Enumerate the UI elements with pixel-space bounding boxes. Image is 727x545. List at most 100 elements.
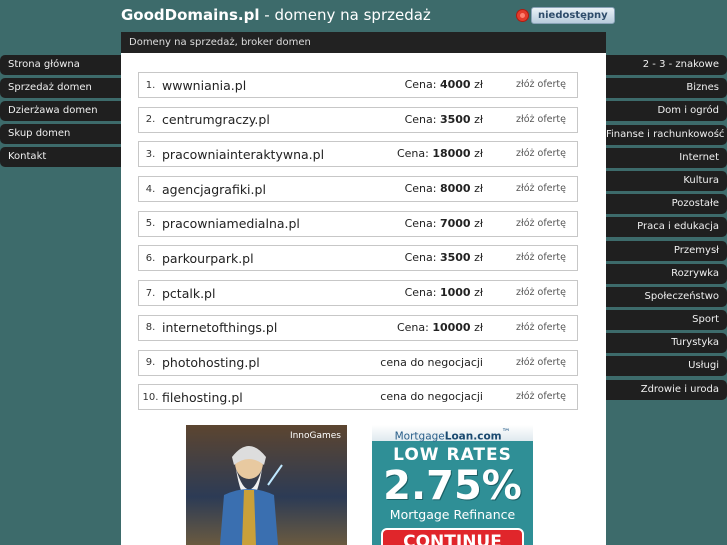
row-number: 2. [145,114,156,126]
domain-row: 2. centrumgraczy.pl Cena: 3500 zł złóż o… [138,106,578,133]
category-nav: 2 - 3 - znakowe Biznes Dom i ogród Finan… [606,55,727,403]
site-name[interactable]: GoodDomains.pl [121,6,260,24]
category-tourism[interactable]: Turystyka [606,333,727,354]
domain-name[interactable]: filehosting.pl [162,390,243,405]
nav-item-domain-buy[interactable]: Skup domen [0,124,121,144]
ad-subtitle: Mortgage Refinance [389,507,516,522]
domain-row: 5. pracowniamedialna.pl Cena: 7000 zł zł… [138,210,578,237]
row-number: 6. [145,252,156,264]
price-currency: zł [474,216,483,230]
domain-row: 7. pctalk.pl Cena: 1000 zł złóż ofertę [138,280,578,307]
category-2-3-chars[interactable]: 2 - 3 - znakowe [606,55,727,75]
make-offer-link[interactable]: złóż ofertę [516,142,566,166]
domain-name[interactable]: photohosting.pl [162,355,260,370]
main-content: 1. wwwniania.pl Cena: 4000 zł złóż ofert… [121,53,606,545]
category-industry[interactable]: Przemysł [606,240,727,261]
domain-price: Cena: 3500 zł [405,246,483,270]
domain-price: Cena: 3500 zł [405,108,483,132]
make-offer-link[interactable]: złóż ofertę [516,281,566,305]
ad-trademark: ™ [501,428,511,438]
price-currency: zł [474,182,483,196]
domain-price: Cena: 1000 zł [405,281,483,305]
domain-name[interactable]: parkourpark.pl [162,251,254,266]
price-value: 18000 [432,147,471,161]
row-number: 5. [145,218,156,230]
ad-brand-label: MortgageLoan.com™ [372,425,533,443]
domain-row: 9. photohosting.pl cena do negocjacji zł… [138,349,578,376]
price-label: Cena: [404,78,437,91]
page-header: GoodDomains.pl - domeny na sprzedaż nied… [121,0,615,32]
make-offer-link[interactable]: złóż ofertę [516,73,566,97]
domain-name[interactable]: pracowniainteraktywna.pl [162,147,324,162]
nav-item-home[interactable]: Strona główna [0,55,121,75]
nav-item-domain-sale[interactable]: Sprzedaż domen [0,78,121,98]
category-business[interactable]: Biznes [606,78,727,99]
site-title[interactable]: GoodDomains.pl - domeny na sprzedaż [121,6,431,24]
price-label: Cena: [404,251,437,265]
continue-button[interactable]: CONTINUE [381,528,524,545]
category-health-beauty[interactable]: Zdrowie i uroda [606,379,727,400]
domain-price: Cena: 4000 zł [405,73,483,97]
domain-name[interactable]: centrumgraczy.pl [162,112,270,127]
price-label: cena do negocjacji [380,355,483,369]
category-work-education[interactable]: Praca i edukacja [606,217,727,238]
status-indicator: niedostępny [517,7,615,24]
domain-price: Cena: 8000 zł [405,177,483,201]
domain-row: 8. internetofthings.pl Cena: 10000 zł zł… [138,314,578,341]
ad-brand-label: InnoGames [289,431,341,441]
domain-price: Cena: 10000 zł [397,316,483,340]
row-number: 10. [142,391,159,403]
domain-name[interactable]: agencjagrafiki.pl [162,182,266,197]
price-value: 8000 [439,182,471,196]
mortgage-ad-banner[interactable]: MortgageLoan.com™ LOW RATES 2.75% Mortga… [372,425,533,545]
row-number: 8. [145,322,156,334]
game-ad-banner[interactable]: InnoGames [186,425,347,545]
domain-price: cena do negocjacji [380,351,483,375]
site-tagline: - domeny na sprzedaż [259,6,431,24]
price-currency: zł [474,147,483,161]
category-finance[interactable]: Finanse i rachunkowość [606,124,727,145]
row-number: 3. [145,148,156,160]
make-offer-link[interactable]: złóż ofertę [516,316,566,340]
breadcrumb-bar: Domeny na sprzedaż, broker domen [121,32,606,53]
domain-name[interactable]: pracowniamedialna.pl [162,216,300,231]
nav-item-contact[interactable]: Kontakt [0,147,121,167]
domain-name[interactable]: pctalk.pl [162,286,215,301]
make-offer-link[interactable]: złóż ofertę [516,177,566,201]
price-value: 10000 [432,320,471,334]
category-services[interactable]: Usługi [606,356,727,377]
domain-row: 4. agencjagrafiki.pl Cena: 8000 zł złóż … [138,176,578,203]
category-home-garden[interactable]: Dom i ogród [606,101,727,122]
price-currency: zł [474,320,483,334]
domain-price: cena do negocjacji [380,385,483,409]
make-offer-link[interactable]: złóż ofertę [516,212,566,236]
domain-name[interactable]: internetofthings.pl [162,320,277,335]
status-badge: niedostępny [531,7,615,24]
category-other[interactable]: Pozostałe [606,194,727,215]
price-value: 4000 [439,78,471,91]
wizard-figure-icon [220,446,283,545]
category-culture[interactable]: Kultura [606,170,727,191]
row-number: 9. [145,357,156,368]
ad-headline: LOW RATES [393,445,512,465]
price-label: cena do negocjacji [380,390,483,404]
price-label: Cena: [404,182,437,196]
domain-row: 6. parkourpark.pl Cena: 3500 zł złóż ofe… [138,245,578,272]
price-label: Cena: [396,147,429,161]
make-offer-link[interactable]: złóż ofertę [516,108,566,132]
domain-name[interactable]: wwwniania.pl [162,78,246,93]
category-sport[interactable]: Sport [606,310,727,331]
make-offer-link[interactable]: złóż ofertę [516,246,566,270]
category-entertainment[interactable]: Rozrywka [606,263,727,284]
price-value: 1000 [439,286,471,300]
price-label: Cena: [404,112,437,126]
row-number: 4. [145,183,156,195]
price-value: 3500 [439,251,471,265]
category-society[interactable]: Społeczeństwo [606,286,727,307]
price-label: Cena: [396,320,429,334]
nav-item-domain-lease[interactable]: Dzierżawa domen [0,101,121,121]
make-offer-link[interactable]: złóż ofertę [516,351,566,375]
make-offer-link[interactable]: złóż ofertę [516,385,566,409]
category-internet[interactable]: Internet [606,147,727,168]
domain-row: 3. pracowniainteraktywna.pl Cena: 18000 … [138,141,578,168]
